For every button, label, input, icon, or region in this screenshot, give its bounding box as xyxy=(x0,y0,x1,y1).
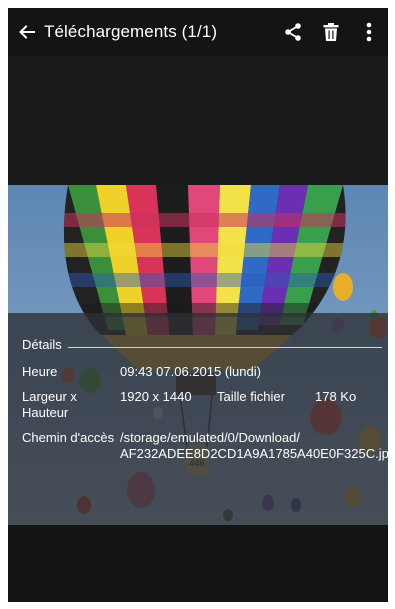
details-divider xyxy=(68,347,382,348)
trash-icon xyxy=(323,23,339,41)
details-panel: Détails Heure 09:43 07.06.2015 (lundi) L… xyxy=(8,313,388,525)
path-value-line1: /storage/emulated/0/Download/ xyxy=(120,430,300,445)
share-icon xyxy=(285,23,301,41)
arrow-left-icon xyxy=(19,25,35,39)
bottom-area xyxy=(8,525,388,602)
time-label: Heure xyxy=(22,364,58,379)
more-vert-icon xyxy=(366,22,372,42)
file-size-value: 178 Ko xyxy=(315,389,357,404)
file-size-label: Taille fichier xyxy=(217,389,285,404)
share-button[interactable] xyxy=(274,8,312,56)
delete-button[interactable] xyxy=(312,8,350,56)
overflow-menu-button[interactable] xyxy=(350,8,388,56)
back-button[interactable] xyxy=(10,8,44,56)
device-screen: Téléchargements (1/1) Détails Heure 09:4… xyxy=(8,8,388,602)
dimensions-label-line2: Hauteur xyxy=(22,405,69,420)
details-heading: Détails xyxy=(22,337,62,352)
app-bar: Téléchargements (1/1) xyxy=(8,8,388,56)
page-title: Téléchargements (1/1) xyxy=(44,22,218,41)
time-value: 09:43 07.06.2015 (lundi) xyxy=(120,364,261,379)
dimensions-value: 1920 x 1440 xyxy=(120,389,192,404)
dimensions-label-line1: Largeur x xyxy=(22,389,77,404)
path-label: Chemin d'accès xyxy=(22,430,115,445)
app-bar-actions xyxy=(274,8,388,56)
path-value-line2: AF232ADEE8D2CD1A9A1785A40E0F325C.jpeg xyxy=(120,446,388,461)
